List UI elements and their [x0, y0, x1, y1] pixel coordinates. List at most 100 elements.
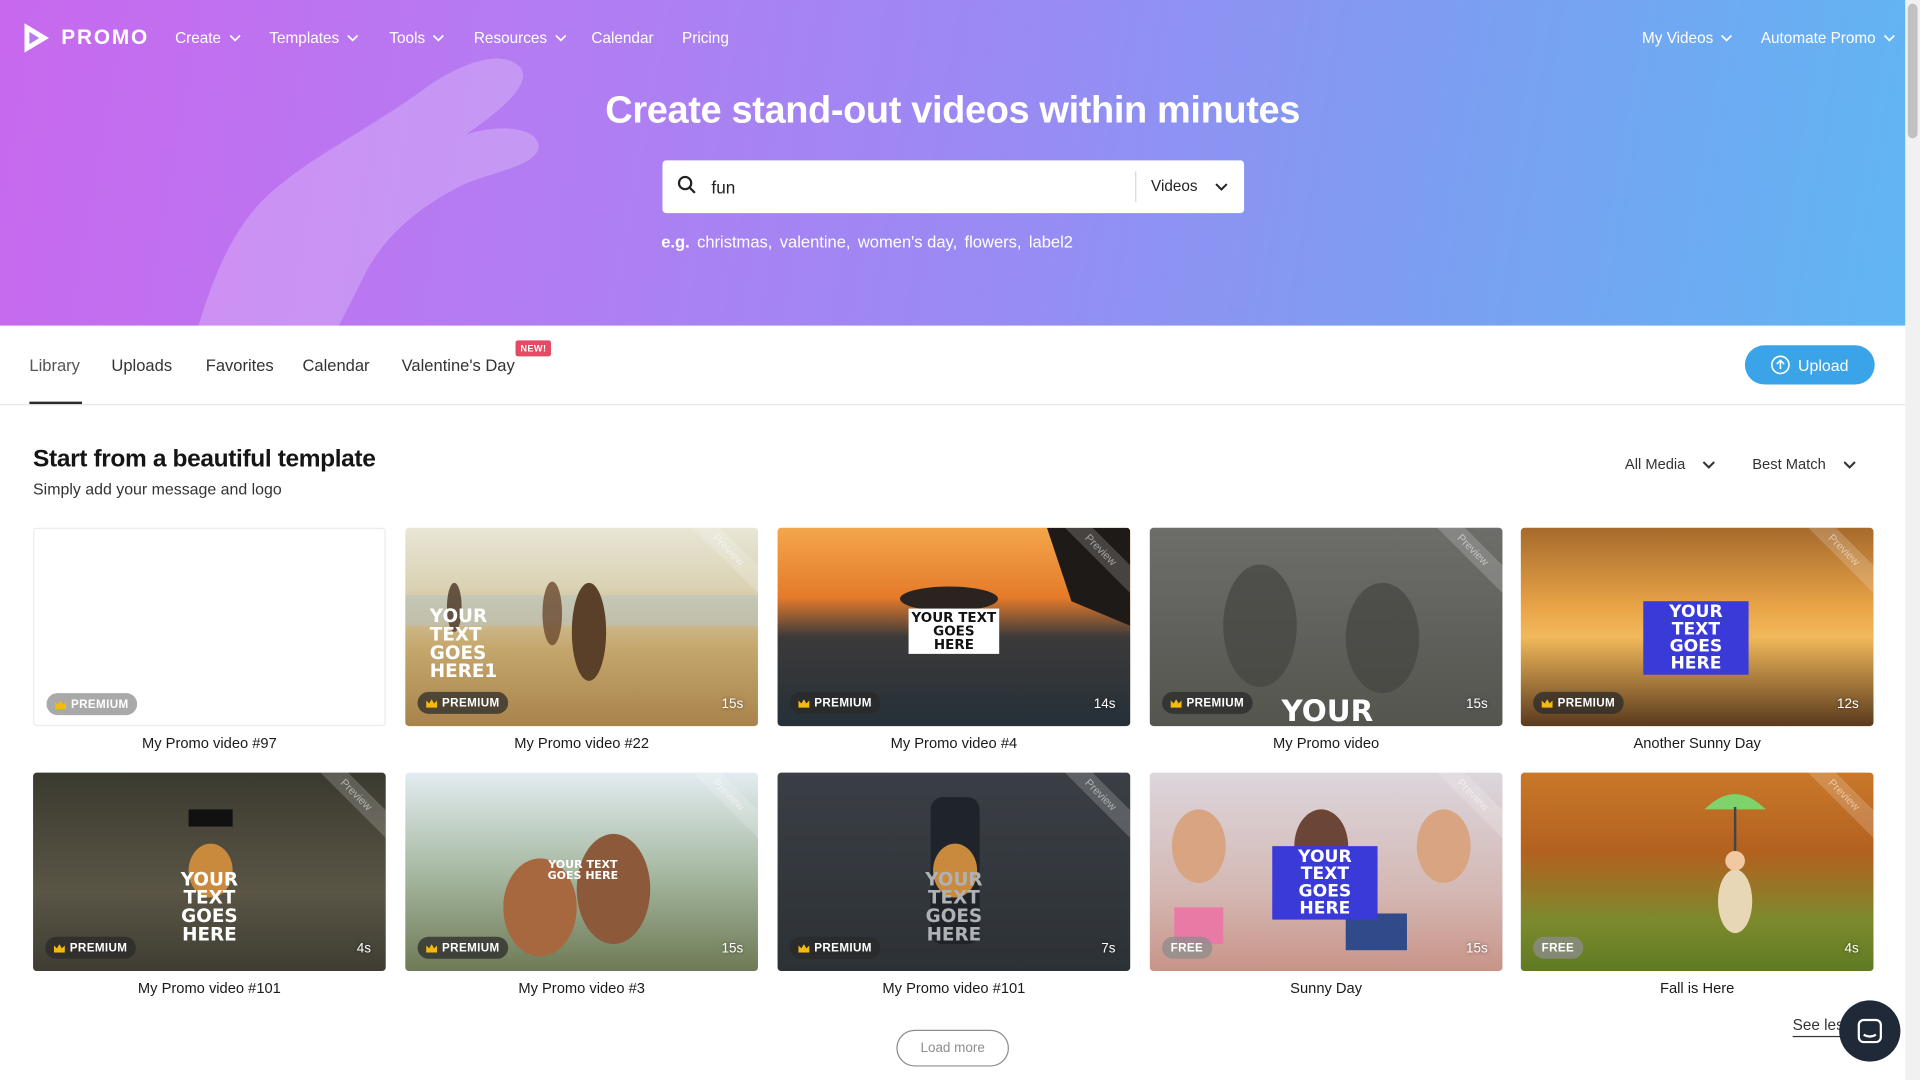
nav-pricing[interactable]: Pricing	[682, 29, 729, 46]
premium-badge: PREMIUM	[417, 936, 509, 959]
premium-badge: PREMIUM	[1533, 691, 1624, 714]
card-title[interactable]: My Promo video #3	[405, 980, 758, 997]
crown-icon	[55, 699, 67, 709]
premium-badge: PREMIUM	[789, 691, 881, 714]
chevron-down-icon	[347, 34, 359, 42]
duration-label: 15s	[721, 941, 744, 957]
chat-launcher-button[interactable]	[1839, 1000, 1901, 1062]
nav-automate[interactable]: Automate Promo	[1761, 29, 1895, 47]
card-title[interactable]: Sunny Day	[1150, 980, 1503, 997]
duration-label: 15s	[1466, 941, 1488, 957]
search-type-label: Videos	[1151, 177, 1198, 195]
example-link[interactable]: flowers,	[965, 233, 1022, 251]
duration-label: 15s	[721, 696, 744, 712]
tab-library[interactable]: Library	[29, 356, 80, 374]
premium-badge: PREMIUM	[1162, 691, 1253, 714]
template-card[interactable]: YOUR TEXT GOES HERE Preview PREMIUM 14s	[777, 527, 1131, 727]
duration-label: 4s	[356, 941, 372, 957]
hero-banner: PROMO Create Templates Tools Resources C…	[0, 0, 1906, 326]
card-title[interactable]: My Promo video #101	[33, 980, 386, 997]
logo[interactable]: PROMO	[22, 22, 149, 54]
chevron-down-icon	[1721, 34, 1733, 42]
nav-templates[interactable]: Templates	[269, 29, 359, 47]
template-card[interactable]: YOUR TEXT GOES HERE1 Preview PREMIUM 15s	[405, 527, 758, 727]
library-tabs: Library Uploads Favorites Calendar Valen…	[0, 325, 1906, 406]
promo-logo-icon	[24, 23, 49, 53]
card-title[interactable]: My Promo video #101	[778, 980, 1131, 997]
premium-badge: PREMIUM	[789, 936, 881, 959]
card-title[interactable]: My Promo video #97	[33, 735, 386, 752]
chevron-down-icon	[433, 34, 445, 42]
upload-button[interactable]: Upload	[1744, 345, 1875, 385]
crown-icon	[1541, 698, 1553, 708]
template-card[interactable]: YOUR TEXT GOES HERE Preview PREMIUM 12s	[1520, 527, 1874, 727]
scrollbar-thumb[interactable]	[1907, 3, 1918, 139]
search-input[interactable]	[711, 160, 1128, 214]
template-card[interactable]: YOUR TEXT GOES HERE Preview PREMIUM 15s	[405, 772, 758, 972]
section-subtitle: Simply add your message and logo	[33, 480, 282, 499]
badge-label: PREMIUM	[814, 696, 872, 710]
template-card[interactable]: YOUR TEXT GOES HERE Preview FREE 15s	[1149, 772, 1503, 972]
crown-icon	[426, 943, 438, 953]
tab-calendar[interactable]: Calendar	[302, 356, 369, 374]
search-icon[interactable]	[677, 175, 697, 195]
duration-label: 12s	[1837, 696, 1859, 712]
premium-badge: PREMIUM	[417, 691, 509, 714]
active-tab-indicator	[29, 401, 83, 405]
template-card[interactable]: YOUR TEXT GOES HERE Preview PREMIUM 7s	[777, 772, 1131, 972]
template-card[interactable]: YOUR TEXT GOES HERE Preview PREMIUM 4s	[33, 772, 386, 972]
nav-tools[interactable]: Tools	[389, 29, 445, 47]
hero-title: Create stand-out videos within minutes	[605, 88, 1301, 132]
template-overlay-text: YOUR TEXT GOES HERE	[1643, 601, 1749, 675]
badge-label: PREMIUM	[442, 696, 500, 710]
template-overlay-text: YOUR TEXT GOES HERE	[908, 608, 1000, 654]
card-title[interactable]: My Promo video	[1150, 735, 1503, 752]
nav-calendar[interactable]: Calendar	[591, 29, 653, 46]
crown-icon	[798, 943, 810, 953]
nav-create[interactable]: Create	[175, 29, 241, 47]
crown-icon	[53, 943, 65, 953]
examples-prefix: e.g.	[661, 232, 690, 252]
top-navigation: PROMO Create Templates Tools Resources C…	[0, 0, 1905, 81]
preview-ribbon: Preview	[1793, 527, 1874, 601]
example-link[interactable]: label2	[1029, 233, 1073, 251]
upload-label: Upload	[1798, 355, 1849, 375]
duration-label: 7s	[1101, 941, 1116, 957]
tab-uploads[interactable]: Uploads	[111, 356, 172, 374]
template-overlay-text: YOUR TEXT GOES HERE	[925, 868, 983, 946]
tab-valentines-day[interactable]: Valentine's Day	[402, 356, 515, 374]
search-type-select[interactable]: Videos	[1151, 178, 1228, 195]
nav-my-videos[interactable]: My Videos	[1642, 29, 1733, 47]
example-link[interactable]: women's day,	[858, 233, 957, 251]
nav-templates-label: Templates	[269, 29, 340, 47]
crown-icon	[426, 698, 438, 708]
card-title[interactable]: Another Sunny Day	[1521, 735, 1874, 752]
chevron-down-icon	[229, 34, 241, 42]
badge-label: PREMIUM	[814, 941, 872, 955]
chevron-down-icon	[1703, 460, 1716, 469]
template-overlay-text: YOUR TEXT GOES HERE1	[429, 604, 498, 683]
duration-label: 4s	[1844, 941, 1859, 957]
template-overlay-text: YOUR TEXT GOES HERE	[1272, 846, 1378, 920]
card-title[interactable]: My Promo video #22	[405, 735, 758, 752]
media-filter-dropdown[interactable]: All Media	[1625, 456, 1716, 473]
nav-resources-label: Resources	[473, 29, 548, 47]
template-overlay-text: YOUR TEXT GOES HERE	[180, 868, 239, 946]
example-link[interactable]: christmas,	[697, 233, 772, 251]
card-title[interactable]: My Promo video #4	[778, 735, 1131, 752]
crown-icon	[1170, 698, 1182, 708]
load-more-button[interactable]: Load more	[896, 1029, 1009, 1067]
card-title[interactable]: Fall is Here	[1521, 980, 1874, 997]
nav-my-videos-label: My Videos	[1642, 29, 1714, 47]
badge-label: PREMIUM	[1186, 696, 1245, 710]
nav-resources[interactable]: Resources	[473, 29, 567, 47]
template-card[interactable]: PREMIUM	[33, 527, 386, 727]
template-card[interactable]: Preview FREE 4s	[1520, 772, 1874, 972]
section-title: Start from a beautiful template	[33, 445, 376, 473]
template-card[interactable]: YOUR TEXT Preview PREMIUM 15s	[1149, 527, 1503, 727]
sort-dropdown[interactable]: Best Match	[1752, 456, 1856, 473]
tab-favorites[interactable]: Favorites	[206, 356, 274, 374]
example-link[interactable]: valentine,	[780, 233, 851, 251]
chevron-down-icon	[1843, 460, 1856, 469]
scrollbar[interactable]	[1905, 0, 1920, 1080]
